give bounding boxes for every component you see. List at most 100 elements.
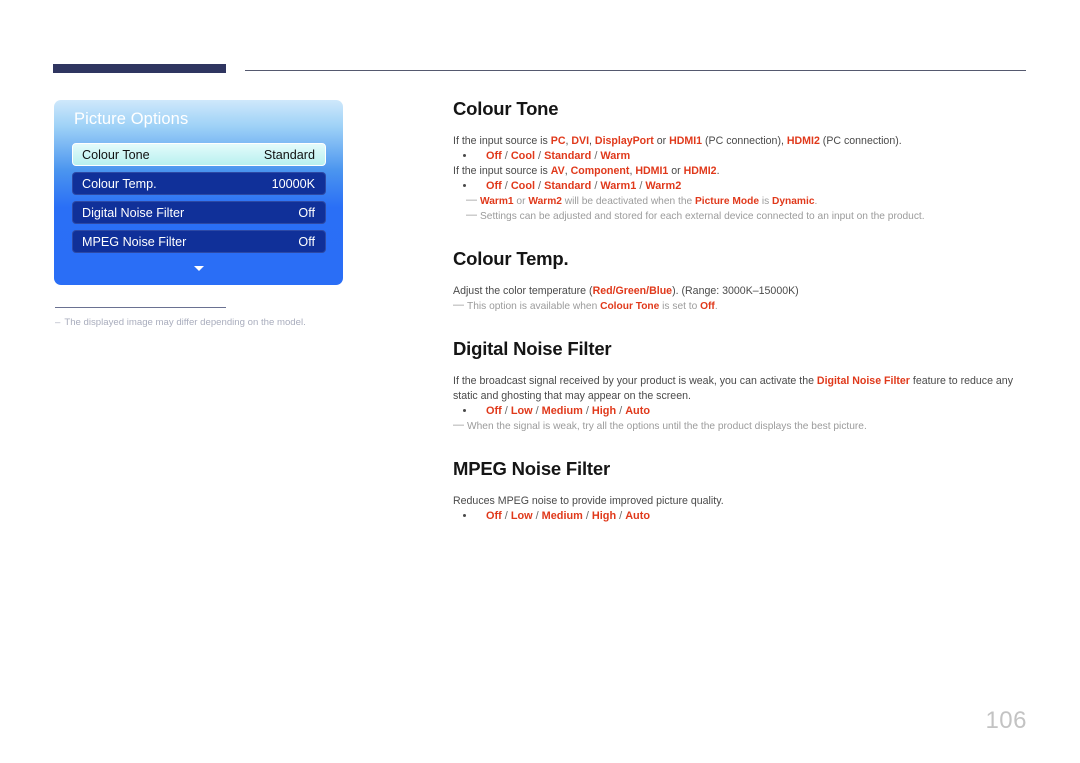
option-medium: Medium xyxy=(541,405,583,417)
option-low: Low xyxy=(510,405,533,417)
term-hdmi1: HDMI1 xyxy=(635,165,669,177)
bullet-dot-icon xyxy=(463,409,466,412)
term-colour-tone: Colour Tone xyxy=(600,301,660,312)
footnote-divider xyxy=(55,307,226,308)
mpeg-noise-filter-options: Off / Low / Medium / High / Auto xyxy=(453,509,1026,524)
term-displayport: DisplayPort xyxy=(594,135,654,147)
osd-row-digital-noise-filter[interactable]: Digital Noise Filter Off xyxy=(72,201,326,224)
colour-tone-options-av: Off / Cool / Standard / Warm1 / Warm2 xyxy=(453,179,1026,194)
osd-row-value: Off xyxy=(298,205,315,220)
option-cool: Cool xyxy=(510,180,536,192)
option-auto: Auto xyxy=(625,405,650,417)
osd-row-label: Colour Temp. xyxy=(82,176,157,191)
colour-temp-note: — This option is available when Colour To… xyxy=(453,299,1026,314)
term-picture-mode: Picture Mode xyxy=(695,196,759,207)
text-run: . xyxy=(716,165,720,177)
term-blue: Blue xyxy=(649,285,673,297)
note-dash-icon: — xyxy=(453,299,464,311)
option-auto: Auto xyxy=(625,510,650,522)
option-off: Off xyxy=(486,405,502,417)
document-content: Colour Tone If the input source is PC, D… xyxy=(453,98,1026,524)
colour-tone-options-pc: Off / Cool / Standard / Warm xyxy=(453,149,1026,164)
bullet-dot-icon xyxy=(463,184,466,187)
text-run: Adjust the color temperature ( xyxy=(453,285,593,297)
option-warm2: Warm2 xyxy=(645,180,682,192)
colour-tone-note-1: — Warm1 or Warm2 will be deactivated when… xyxy=(453,194,1026,209)
option-low: Low xyxy=(510,510,533,522)
text-run: or xyxy=(513,196,529,207)
option-warm1: Warm1 xyxy=(600,180,637,192)
term-hdmi1: HDMI1 xyxy=(669,135,703,147)
note-dash-icon: — xyxy=(453,419,464,431)
note-dash-icon: — xyxy=(466,194,477,206)
osd-row-colour-tone[interactable]: Colour Tone Standard xyxy=(72,143,326,166)
option-medium: Medium xyxy=(541,510,583,522)
text-run: . xyxy=(814,196,818,207)
term-hdmi2: HDMI2 xyxy=(683,165,717,177)
option-standard: Standard xyxy=(544,180,592,192)
text-run: is set to xyxy=(659,301,701,312)
text-run: (PC connection), xyxy=(702,135,787,147)
option-high: High xyxy=(591,405,617,417)
text-run: or xyxy=(653,135,670,147)
osd-row-label: MPEG Noise Filter xyxy=(82,234,187,249)
option-high: High xyxy=(591,510,617,522)
term-red: Red xyxy=(592,285,613,297)
option-standard: Standard xyxy=(544,150,592,162)
term-green: Green xyxy=(615,285,647,297)
footnote-text: The displayed image may differ depending… xyxy=(64,317,306,328)
bullet-dot-icon xyxy=(463,154,466,157)
note-dash-icon: — xyxy=(466,209,477,221)
text-run: or xyxy=(668,165,684,177)
osd-menu-list: Colour Tone Standard Colour Temp. 10000K… xyxy=(72,143,326,259)
section-title-colour-temp: Colour Temp. xyxy=(453,248,569,269)
footnote-text-line: – The displayed image may differ dependin… xyxy=(55,317,385,328)
term-hdmi2: HDMI2 xyxy=(786,135,820,147)
text-run: ). (Range: 3000K–15000K) xyxy=(672,285,799,297)
term-component: Component xyxy=(570,165,630,177)
section-title-mpeg-noise-filter: MPEG Noise Filter xyxy=(453,458,610,479)
option-warm: Warm xyxy=(600,150,631,162)
note-text: Settings can be adjusted and stored for … xyxy=(480,211,925,222)
osd-scroll-down-control[interactable] xyxy=(54,258,343,276)
term-off: Off xyxy=(700,301,715,312)
digital-noise-filter-options: Off / Low / Medium / High / Auto xyxy=(453,404,1026,419)
option-off: Off xyxy=(486,150,502,162)
text-run: This option is available when xyxy=(467,301,601,312)
colour-tone-paragraph-1: If the input source is PC, DVI, DisplayP… xyxy=(453,134,1026,149)
digital-noise-filter-note: — When the signal is weak, try all the op… xyxy=(453,419,1026,434)
osd-row-colour-temp[interactable]: Colour Temp. 10000K xyxy=(72,172,326,195)
osd-row-label: Digital Noise Filter xyxy=(82,205,185,220)
page-header-rule xyxy=(53,64,1026,74)
osd-row-value: 10000K xyxy=(271,176,315,191)
option-off: Off xyxy=(486,180,502,192)
text-run: (PC connection). xyxy=(819,135,902,147)
text-run: is xyxy=(758,196,773,207)
page-number: 106 xyxy=(985,707,1027,734)
text-run: . xyxy=(714,301,718,312)
osd-picture-options-panel: Picture Options Colour Tone Standard Col… xyxy=(54,100,343,285)
header-thin-line xyxy=(245,70,1026,71)
osd-footnote: – The displayed image may differ dependin… xyxy=(55,307,385,328)
osd-row-mpeg-noise-filter[interactable]: MPEG Noise Filter Off xyxy=(72,230,326,253)
term-dynamic: Dynamic xyxy=(772,196,815,207)
osd-row-value: Standard xyxy=(263,147,315,162)
colour-tone-paragraph-2: If the input source is AV, Component, HD… xyxy=(453,164,1026,179)
option-off: Off xyxy=(486,510,502,522)
term-pc: PC xyxy=(550,135,566,147)
footnote-dash: – xyxy=(55,317,61,328)
text-run: If the broadcast signal received by your… xyxy=(453,375,817,387)
osd-row-value: Off xyxy=(298,234,315,249)
osd-panel-title: Picture Options xyxy=(74,110,189,128)
text-run: If the input source is xyxy=(453,165,551,177)
chevron-down-icon xyxy=(193,266,204,271)
term-av: AV xyxy=(550,165,565,177)
section-title-digital-noise-filter: Digital Noise Filter xyxy=(453,338,612,359)
bullet-dot-icon xyxy=(463,514,466,517)
term-warm2: Warm2 xyxy=(528,196,562,207)
colour-tone-note-2: — Settings can be adjusted and stored for… xyxy=(453,209,1026,224)
digital-noise-filter-paragraph: If the broadcast signal received by your… xyxy=(453,374,1026,404)
term-dvi: DVI xyxy=(571,135,590,147)
mpeg-noise-filter-paragraph: Reduces MPEG noise to provide improved p… xyxy=(453,495,724,507)
term-digital-noise-filter: Digital Noise Filter xyxy=(816,375,910,387)
